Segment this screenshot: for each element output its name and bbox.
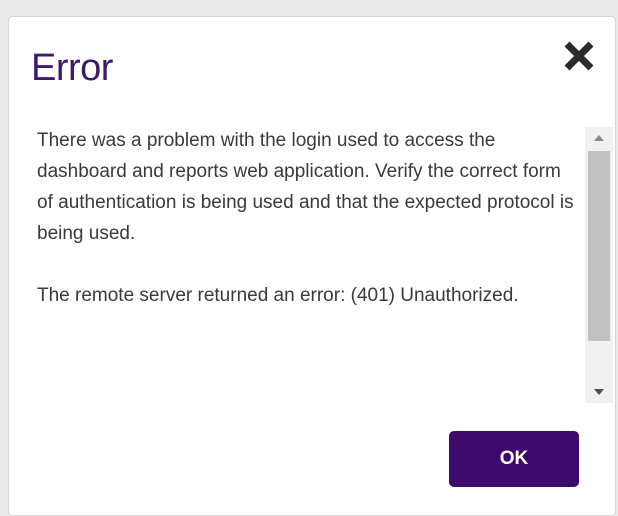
message-scroll-area[interactable]: There was a problem with the login used … [9, 117, 613, 407]
ok-button[interactable]: OK [449, 431, 579, 487]
dialog-title: Error [31, 47, 113, 89]
arrow-up-icon [594, 135, 604, 141]
close-button[interactable] [561, 38, 597, 74]
vertical-scrollbar[interactable] [585, 127, 613, 403]
close-icon [564, 41, 594, 71]
scroll-thumb[interactable] [588, 151, 610, 341]
message-paragraph: There was a problem with the login used … [37, 130, 574, 244]
error-message: There was a problem with the login used … [37, 125, 577, 342]
error-dialog: Error There was a problem with the login… [8, 16, 616, 516]
scroll-up-button[interactable] [585, 127, 613, 149]
arrow-down-icon [594, 389, 604, 395]
scroll-down-button[interactable] [585, 381, 613, 403]
message-paragraph: The remote server returned an error: (40… [37, 285, 519, 306]
